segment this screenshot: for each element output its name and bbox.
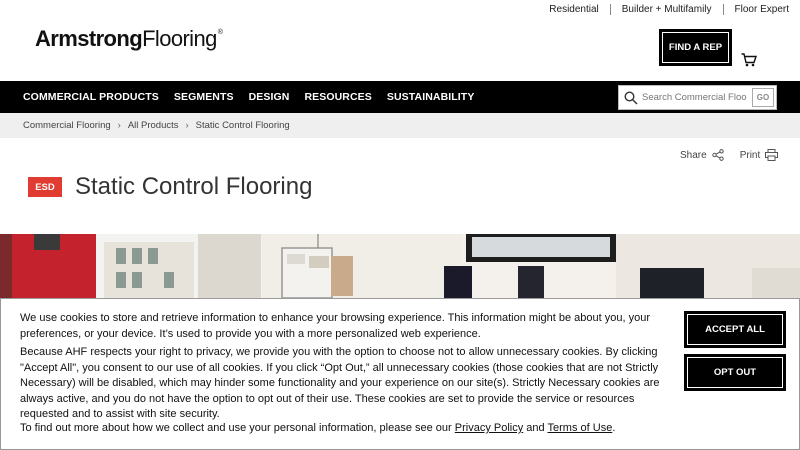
- search-go-button[interactable]: GO: [752, 88, 774, 107]
- opt-out-button[interactable]: OPT OUT: [684, 354, 786, 391]
- nav-item-segments[interactable]: SEGMENTS: [174, 91, 234, 103]
- page-title: Static Control Flooring: [75, 173, 313, 200]
- cookie-text-and: and: [523, 422, 548, 434]
- cookie-text-more-info: To find out more about how we collect an…: [20, 421, 660, 437]
- nav-item-design[interactable]: DESIGN: [249, 91, 290, 103]
- cookie-text-intro: We use cookies to store and retrieve inf…: [20, 312, 650, 340]
- utility-link-builder[interactable]: Builder + Multifamily: [611, 4, 723, 15]
- nav-item-resources[interactable]: RESOURCES: [304, 91, 371, 103]
- logo-text-bold: Armstrong: [35, 26, 143, 51]
- cookie-text-details: Because AHF respects your right to priva…: [20, 346, 660, 420]
- page-actions: Share Print: [680, 149, 779, 161]
- brand-logo[interactable]: Armstrong Flooring ®: [35, 26, 223, 52]
- utility-nav: Residential Builder + Multifamily Floor …: [538, 0, 800, 18]
- search-box: GO: [618, 85, 777, 110]
- cookie-text-period: .: [612, 422, 616, 434]
- breadcrumb-link-commercial-flooring[interactable]: Commercial Flooring: [23, 120, 111, 131]
- search-input[interactable]: [642, 92, 750, 103]
- nav-item-commercial-products[interactable]: COMMERCIAL PRODUCTS: [23, 91, 159, 103]
- logo-registered-mark: ®: [217, 29, 223, 36]
- privacy-policy-link[interactable]: Privacy Policy: [455, 422, 523, 434]
- print-button[interactable]: Print: [740, 150, 761, 161]
- nav-item-sustainability[interactable]: SUSTAINABILITY: [387, 91, 475, 103]
- share-icon[interactable]: [711, 149, 724, 161]
- breadcrumb-link-all-products[interactable]: All Products: [128, 120, 179, 131]
- esd-badge: ESD: [28, 177, 62, 197]
- cookie-consent-banner: We use cookies to store and retrieve inf…: [0, 298, 800, 450]
- find-rep-button[interactable]: FIND A REP: [659, 29, 732, 66]
- search-icon: [624, 90, 638, 105]
- breadcrumb-current: Static Control Flooring: [195, 120, 290, 131]
- accept-all-button[interactable]: ACCEPT ALL: [684, 311, 786, 348]
- share-button[interactable]: Share: [680, 150, 707, 161]
- breadcrumb: Commercial Flooring › All Products › Sta…: [0, 113, 800, 138]
- logo-text-light: Flooring: [142, 26, 217, 51]
- printer-icon[interactable]: [765, 149, 779, 161]
- chevron-right-icon: ›: [117, 120, 121, 131]
- terms-of-use-link[interactable]: Terms of Use: [548, 422, 613, 434]
- chevron-right-icon: ›: [185, 120, 189, 131]
- utility-link-floor-expert[interactable]: Floor Expert: [724, 4, 800, 15]
- cart-icon[interactable]: [741, 53, 757, 67]
- cookie-text-more-info-prefix: To find out more about how we collect an…: [20, 422, 455, 434]
- utility-link-residential[interactable]: Residential: [538, 4, 609, 15]
